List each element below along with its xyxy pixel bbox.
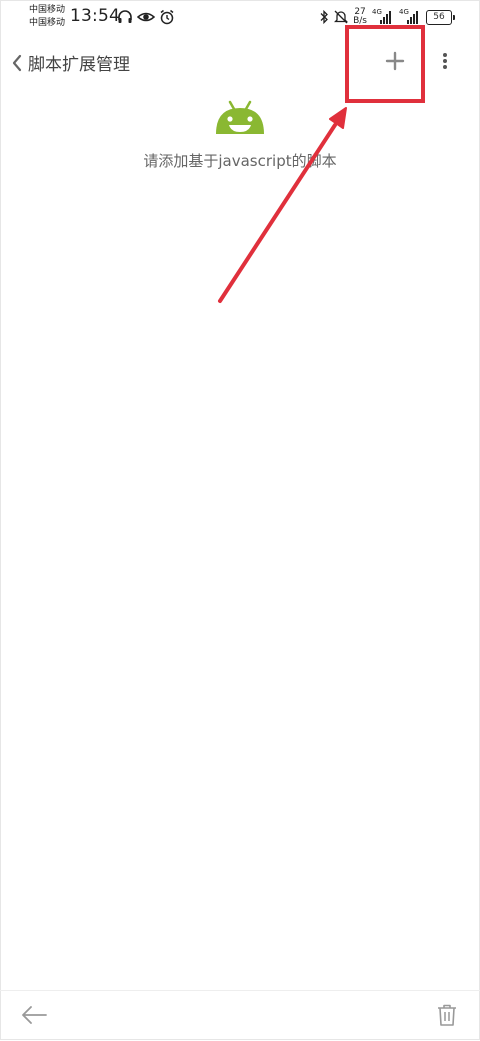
- page-title: 脚本扩展管理: [28, 55, 130, 75]
- status-left-icons: [117, 9, 175, 25]
- bluetooth-icon: [320, 9, 329, 25]
- network-speed: 27 B/s: [353, 8, 367, 26]
- android-icon: [216, 100, 264, 134]
- signal-icon: [380, 11, 391, 24]
- battery-icon: 56: [426, 9, 455, 25]
- alarm-icon: [160, 9, 174, 25]
- carrier-1: 中国移动: [29, 5, 66, 15]
- more-options-button[interactable]: [432, 46, 458, 76]
- signal-2: 4G: [399, 8, 421, 25]
- bottom-back-button[interactable]: [20, 1003, 48, 1027]
- eye-icon: [137, 12, 155, 22]
- highlight-box: [345, 25, 425, 103]
- status-time: 13:54: [70, 6, 120, 26]
- trash-icon: [438, 1004, 456, 1026]
- carrier-2: 中国移动: [29, 18, 66, 28]
- headphones-icon: [118, 10, 132, 23]
- bottom-bar: [0, 990, 480, 1041]
- mute-icon: [334, 10, 349, 24]
- signal-icon: [407, 11, 418, 24]
- carrier-labels: 中国移动 中国移动: [29, 4, 65, 30]
- delete-button[interactable]: [436, 1003, 458, 1027]
- back-button[interactable]: 脚本扩展管理: [10, 50, 130, 75]
- empty-message: 请添加基于javascript的脚本: [143, 152, 337, 170]
- more-vertical-icon: [443, 53, 447, 69]
- empty-state: 请添加基于javascript的脚本: [0, 98, 480, 171]
- signal-1: 4G: [372, 8, 394, 25]
- status-right-icons: 27 B/s 4G 4G 56: [319, 8, 455, 26]
- chevron-left-icon: [12, 54, 22, 71]
- arrow-left-icon: [22, 1006, 47, 1024]
